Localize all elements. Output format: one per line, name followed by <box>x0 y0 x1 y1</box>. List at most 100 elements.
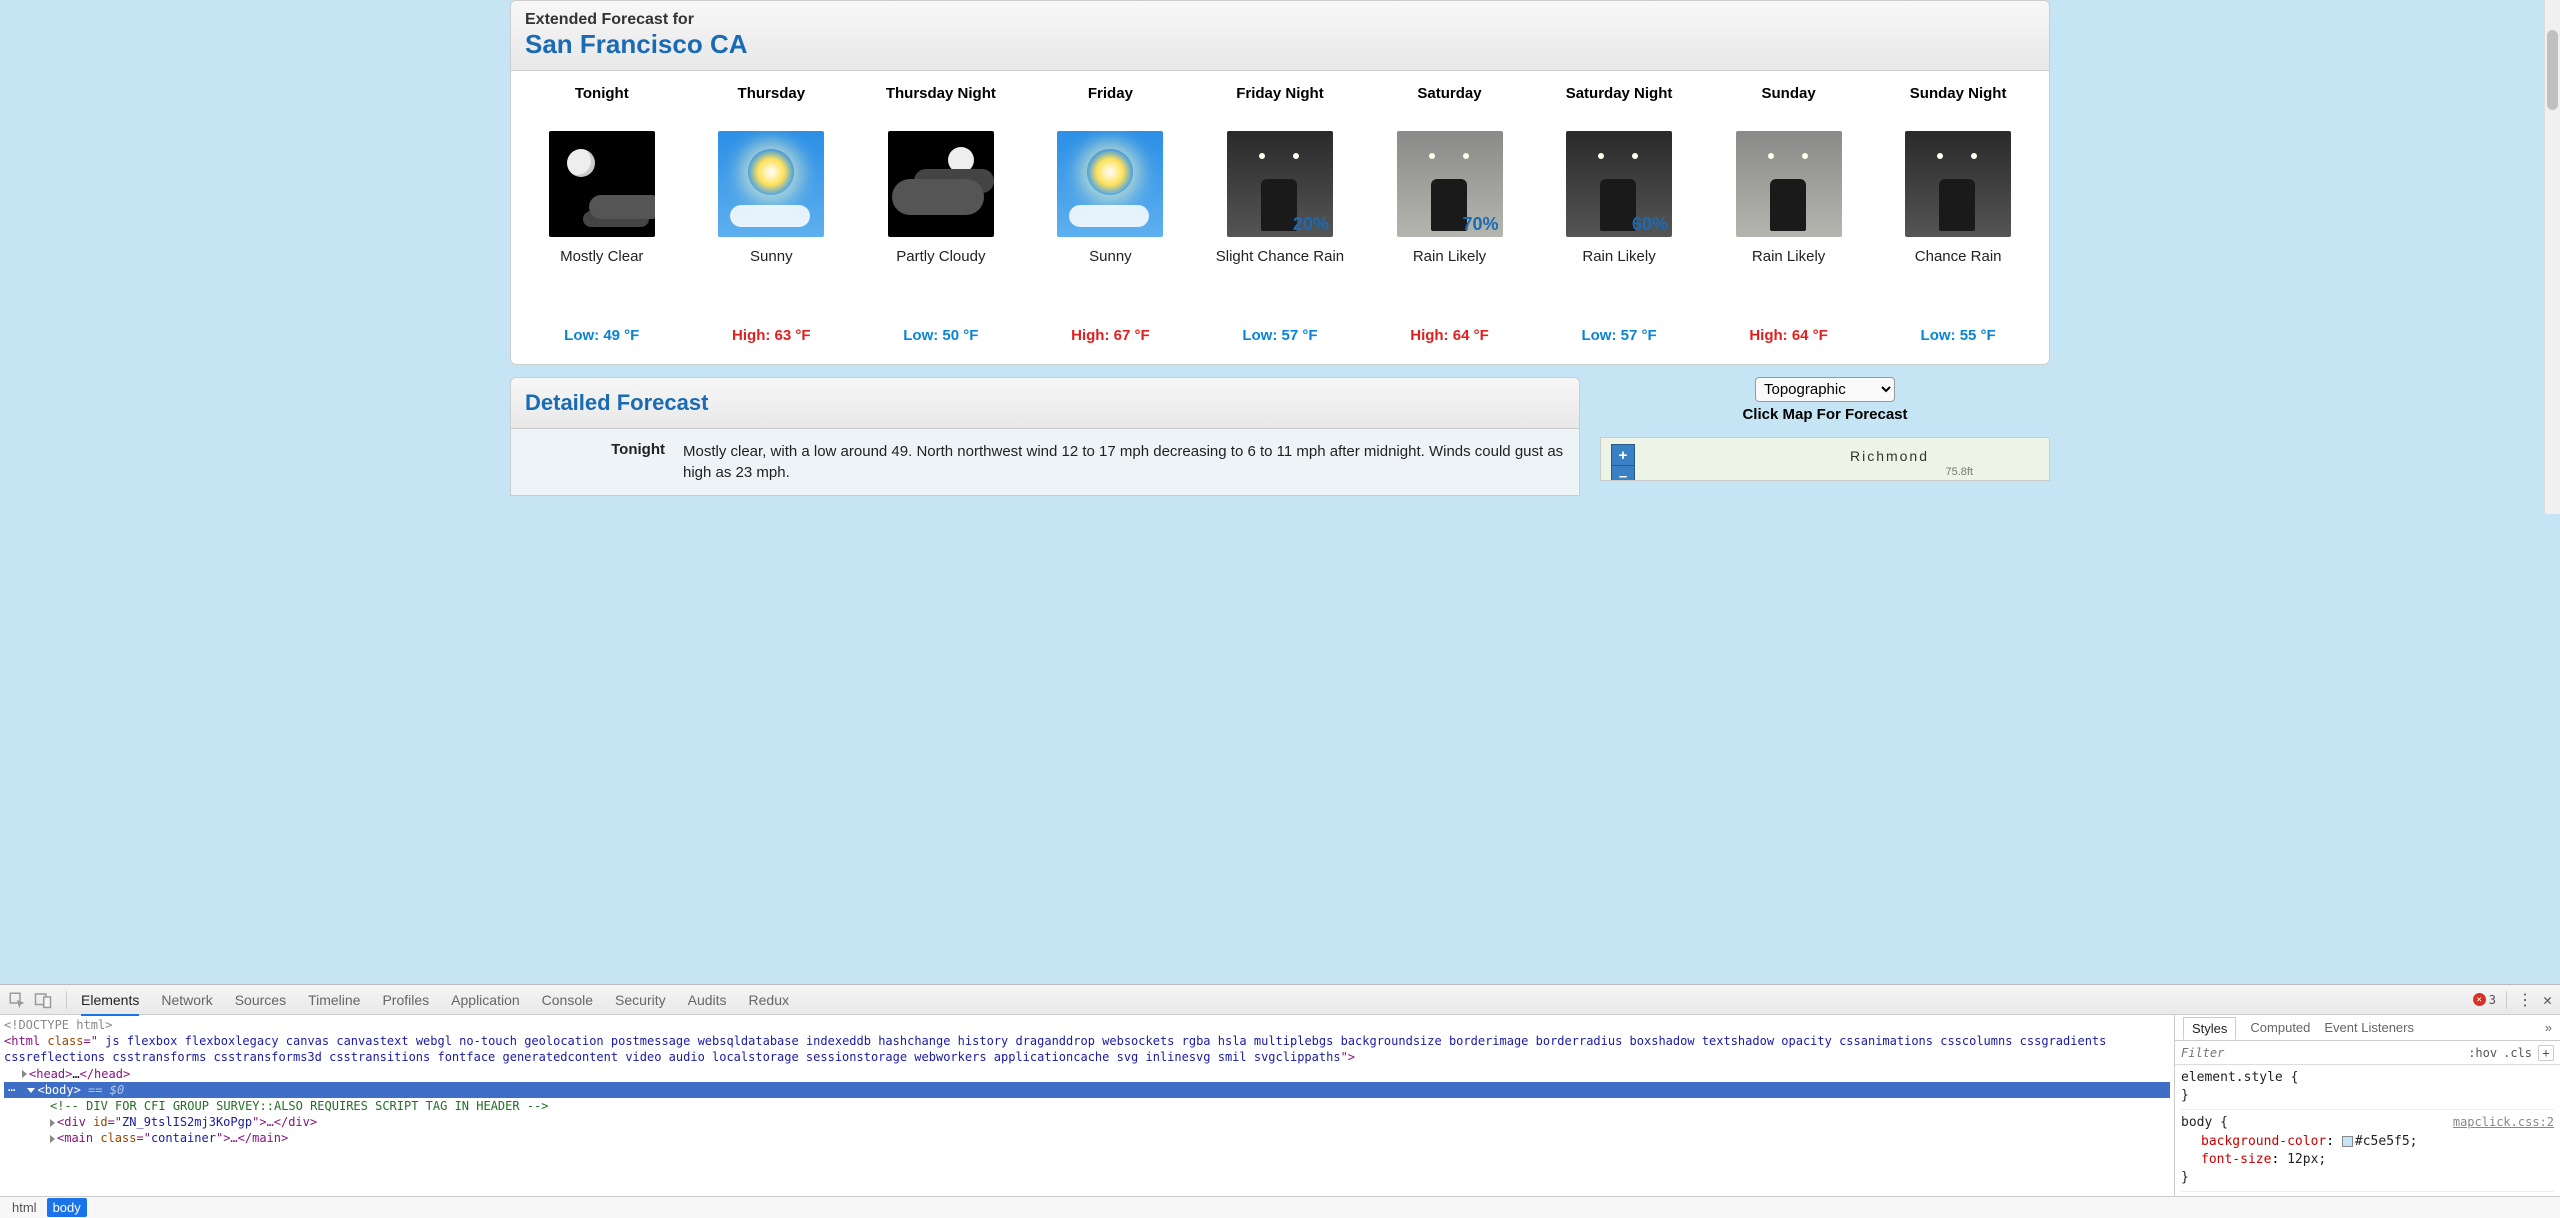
more-tabs-icon[interactable]: » <box>2545 1020 2552 1035</box>
devtools-tab-redux[interactable]: Redux <box>749 992 789 1008</box>
devtools-menu-icon[interactable]: ⋮ <box>2517 990 2533 1009</box>
styles-tab-styles[interactable]: Styles <box>2183 1017 2236 1040</box>
devtools-tab-application[interactable]: Application <box>451 992 520 1008</box>
forecast-temp: Low: 57 °F <box>1581 327 1656 344</box>
selected-body-element[interactable]: ⋯ <body> == $0 <box>4 1082 2170 1098</box>
source-link[interactable]: mapclick.css:2 <box>2453 1114 2554 1131</box>
toggle-hov[interactable]: :hov <box>2468 1046 2497 1060</box>
forecast-temp: Low: 57 °F <box>1242 327 1317 344</box>
devtools-tab-audits[interactable]: Audits <box>688 992 727 1008</box>
forecast-day-label: Saturday Night <box>1566 85 1673 125</box>
devtools-tab-network[interactable]: Network <box>161 992 212 1008</box>
extended-forecast-panel: Extended Forecast for San Francisco CA T… <box>510 0 2050 365</box>
weather-icon <box>1736 131 1842 237</box>
forecast-day-label: Friday Night <box>1236 85 1324 125</box>
collapse-icon[interactable] <box>27 1088 35 1093</box>
forecast-temp: Low: 50 °F <box>903 327 978 344</box>
forecast-day-label: Thursday Night <box>886 85 996 125</box>
map-city-label: Richmond <box>1850 448 1929 464</box>
forecast-item-4[interactable]: Friday Night 20% Slight Chance Rain Low: 57… <box>1204 85 1356 344</box>
forecast-day-label: Sunday Night <box>1910 85 2007 125</box>
error-counter[interactable]: ✕3 <box>2473 993 2496 1007</box>
forecast-temp: High: 67 °F <box>1071 327 1150 344</box>
forecast-item-7[interactable]: Sunday Rain Likely High: 64 °F <box>1713 85 1865 344</box>
weather-icon <box>1905 131 2011 237</box>
expand-icon[interactable] <box>22 1070 27 1078</box>
toggle-cls[interactable]: .cls <box>2503 1046 2532 1060</box>
forecast-day-label: Saturday <box>1417 85 1481 125</box>
forecast-item-5[interactable]: Saturday 70% Rain Likely High: 64 °F <box>1374 85 1526 344</box>
styles-rules[interactable]: element.style { } mapclick.css:2 body { … <box>2175 1065 2560 1196</box>
forecast-item-8[interactable]: Sunday NightChance RainLow: 55 °F <box>1882 85 2034 344</box>
forecast-temp: High: 63 °F <box>732 327 811 344</box>
breadcrumb-html[interactable]: html <box>6 1198 43 1217</box>
forecast-temp: Low: 55 °F <box>1921 327 1996 344</box>
forecast-temp: Low: 49 °F <box>564 327 639 344</box>
map-elevation-label: 75.8ft <box>1945 466 1973 478</box>
page-scrollbar[interactable] <box>2544 0 2560 514</box>
map-caption: Click Map For Forecast <box>1600 406 2050 423</box>
styles-tab-computed[interactable]: Computed <box>2250 1020 2310 1035</box>
detailed-period-label: Tonight <box>525 441 665 483</box>
devtools-tab-console[interactable]: Console <box>542 992 593 1008</box>
expand-icon[interactable] <box>50 1135 55 1143</box>
devtools-tab-bar: ElementsNetworkSourcesTimelineProfilesAp… <box>81 992 789 1008</box>
weather-icon <box>1057 131 1163 237</box>
forecast-row: TonightMostly ClearLow: 49 °FThursdaySun… <box>511 71 2049 364</box>
breadcrumb-body[interactable]: body <box>47 1198 87 1217</box>
forecast-item-6[interactable]: Saturday Night 60% Rain Likely Low: 57 °F <box>1543 85 1695 344</box>
color-swatch[interactable] <box>2342 1136 2353 1147</box>
breadcrumb: html body <box>0 1196 2560 1218</box>
forecast-condition: Partly Cloudy <box>896 247 985 289</box>
devtools-tab-security[interactable]: Security <box>615 992 666 1008</box>
devtools-close-icon[interactable]: ✕ <box>2543 991 2552 1009</box>
styles-tab-event-listeners[interactable]: Event Listeners <box>2324 1020 2414 1035</box>
device-toolbar-icon[interactable] <box>34 991 52 1009</box>
map-zoom-in-button[interactable]: + <box>1611 444 1635 466</box>
forecast-temp: High: 64 °F <box>1410 327 1489 344</box>
devtools-panel: Elements Network Sources Timeline Profiles Ap… <box>0 984 2560 1218</box>
devtools-tab-profiles[interactable]: Profiles <box>382 992 429 1008</box>
precip-chance: 70% <box>1462 214 1498 235</box>
forecast-condition: Rain Likely <box>1582 247 1655 289</box>
forecast-condition: Sunny <box>1089 247 1132 289</box>
forecast-condition: Sunny <box>750 247 793 289</box>
inspect-element-icon[interactable] <box>8 991 26 1009</box>
forecast-condition: Rain Likely <box>1413 247 1486 289</box>
weather-icon <box>888 131 994 237</box>
detailed-forecast-row: Tonight Mostly clear, with a low around … <box>510 429 1580 496</box>
devtools-tab-timeline[interactable]: Timeline <box>308 992 360 1008</box>
precip-chance: 60% <box>1632 214 1668 235</box>
devtools-toolbar: Elements Network Sources Timeline Profiles Ap… <box>0 985 2560 1015</box>
forecast-condition: Mostly Clear <box>560 247 643 289</box>
detailed-forecast-header: Detailed Forecast <box>510 377 1580 429</box>
weather-icon: 20% <box>1227 131 1333 237</box>
forecast-day-label: Sunday <box>1762 85 1816 125</box>
expand-icon[interactable] <box>50 1119 55 1127</box>
map-zoom-out-button[interactable]: – <box>1611 466 1635 481</box>
forecast-condition: Slight Chance Rain <box>1216 247 1344 289</box>
new-style-rule-button[interactable]: + <box>2538 1045 2554 1061</box>
devtools-tab-elements[interactable]: Elements <box>81 992 139 1016</box>
weather-icon: 60% <box>1566 131 1672 237</box>
location-title: San Francisco CA <box>525 29 2035 60</box>
forecast-item-3[interactable]: Friday Sunny High: 67 °F <box>1034 85 1186 344</box>
forecast-temp: High: 64 °F <box>1749 327 1828 344</box>
map-basemap-select[interactable]: Topographic <box>1755 377 1895 402</box>
styles-pane: Styles Computed Event Listeners » :hov .cls… <box>2174 1015 2560 1196</box>
styles-filter-input[interactable] <box>2181 1046 2462 1060</box>
devtools-tab-sources[interactable]: Sources <box>235 992 286 1008</box>
forecast-day-label: Thursday <box>738 85 806 125</box>
forecast-map[interactable]: + – Richmond 75.8ft <box>1600 437 2050 481</box>
forecast-day-label: Friday <box>1088 85 1133 125</box>
forecast-item-2[interactable]: Thursday Night Partly Cloudy Low: 50 °F <box>865 85 1017 344</box>
detailed-text: Mostly clear, with a low around 49. Nort… <box>683 441 1565 483</box>
forecast-item-1[interactable]: Thursday Sunny High: 63 °F <box>695 85 847 344</box>
elements-tree[interactable]: <!DOCTYPE html> <html class=" js flexbox… <box>0 1015 2174 1196</box>
weather-icon <box>718 131 824 237</box>
forecast-header: Extended Forecast for San Francisco CA <box>511 1 2049 71</box>
forecast-condition: Rain Likely <box>1752 247 1825 289</box>
styles-tab-bar: Styles Computed Event Listeners » <box>2175 1015 2560 1041</box>
forecast-item-0[interactable]: TonightMostly ClearLow: 49 °F <box>526 85 678 344</box>
scrollbar-thumb[interactable] <box>2547 30 2558 110</box>
